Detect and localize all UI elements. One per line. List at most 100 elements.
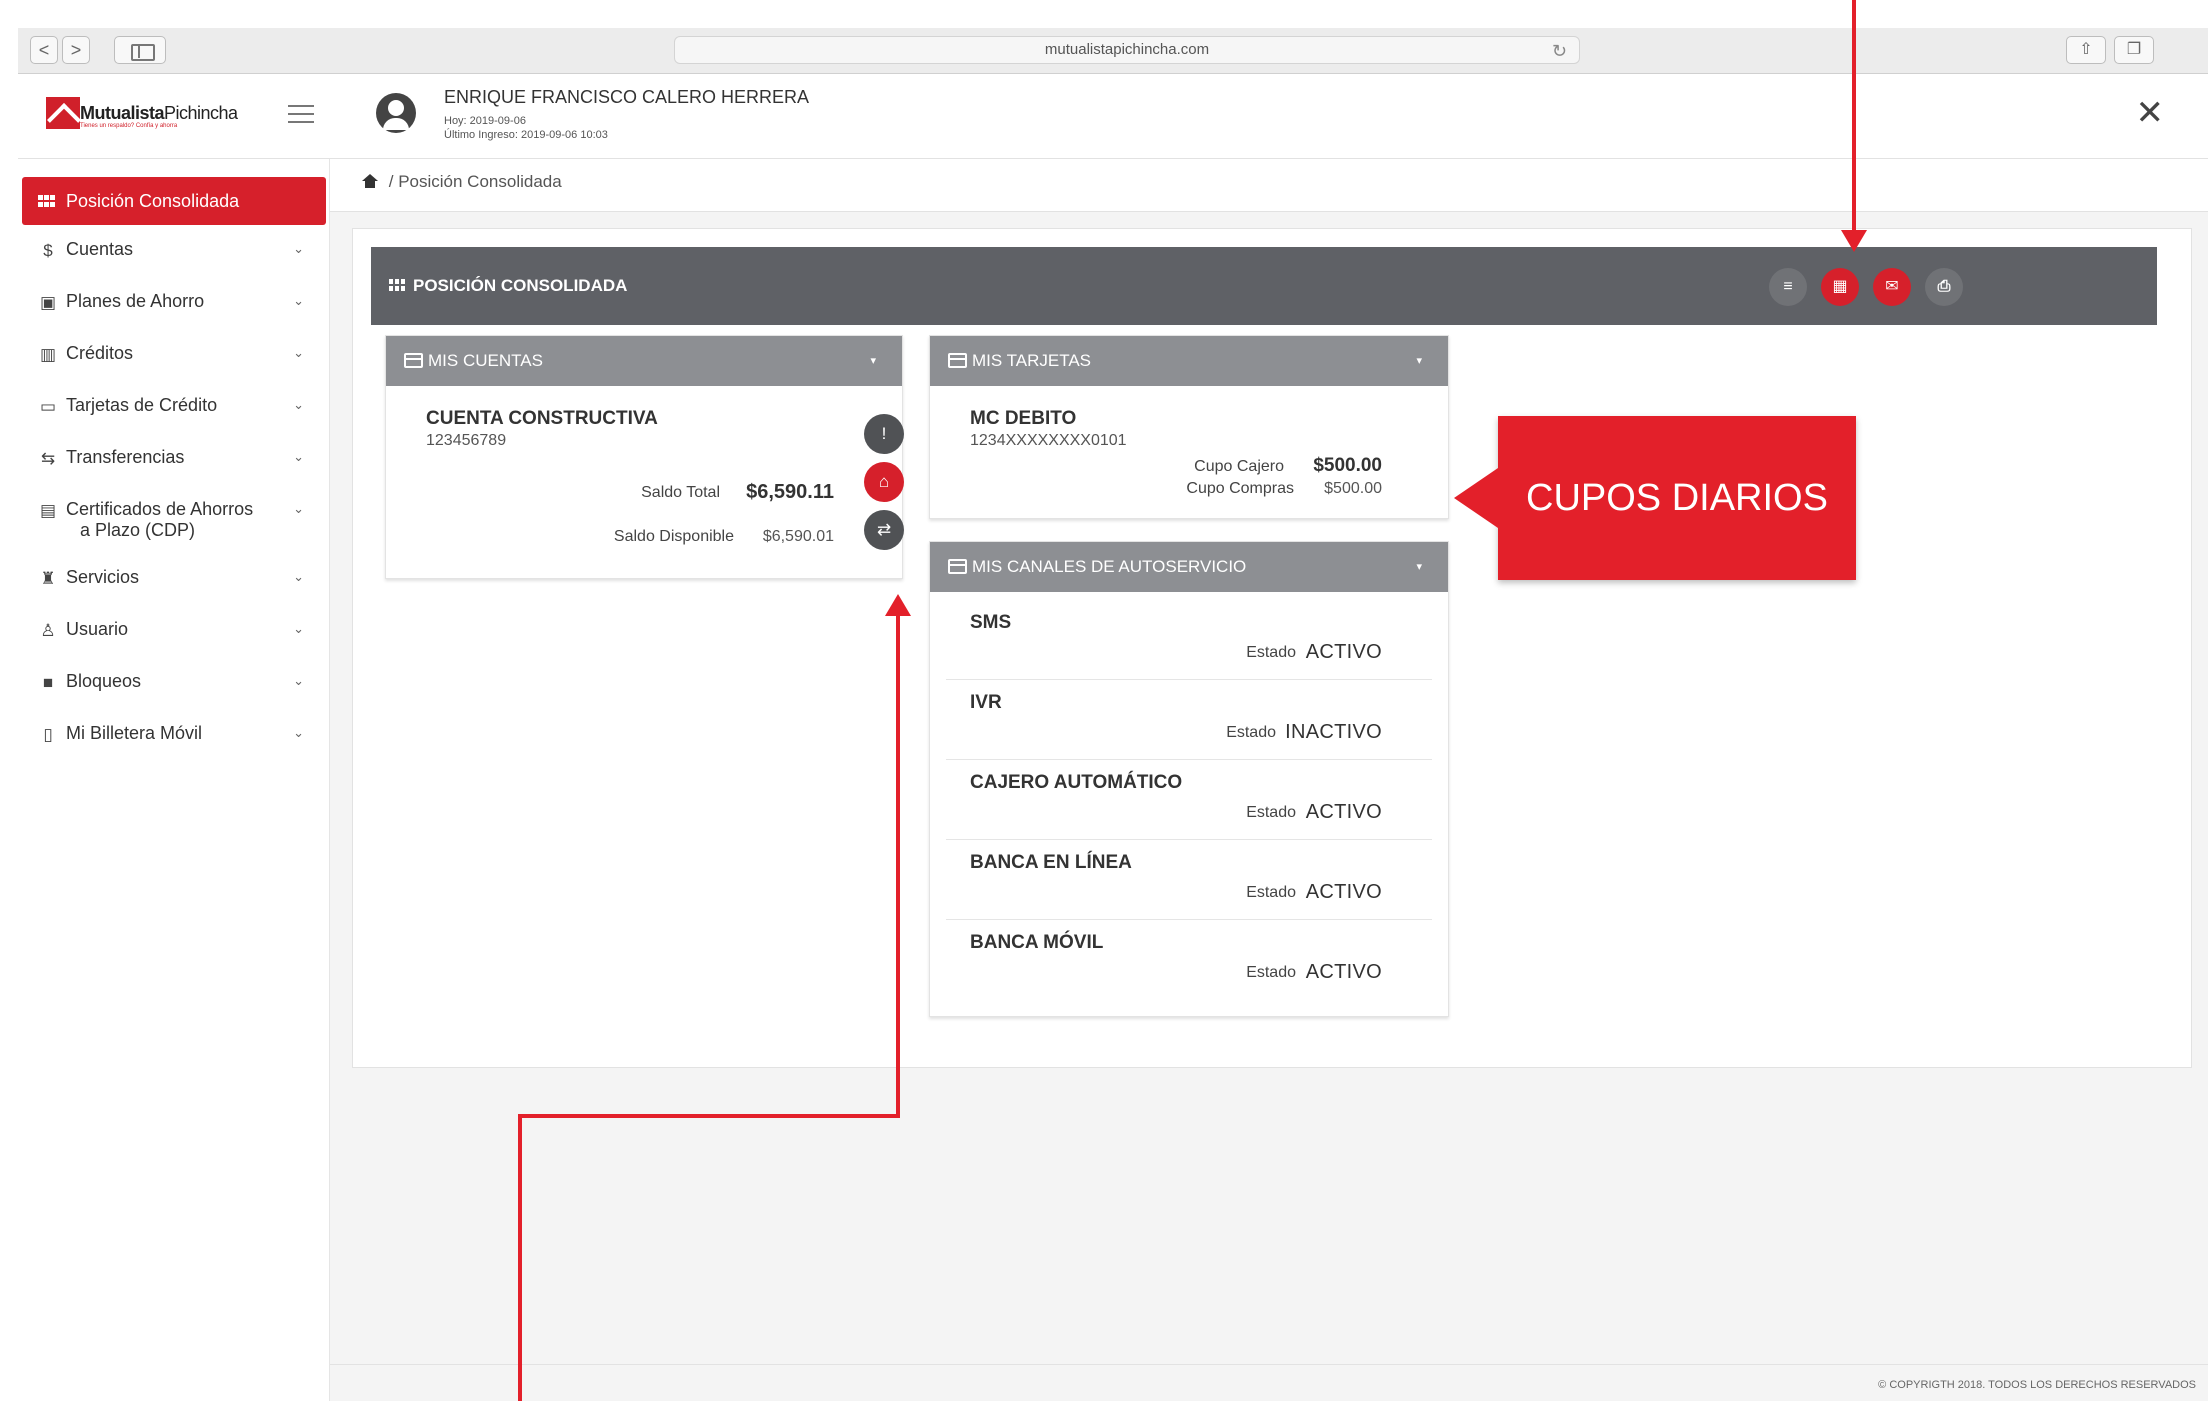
sidebar-item-creditos[interactable]: ▥ Créditos ⌄	[22, 343, 326, 364]
saldo-total-label: Saldo Total	[641, 484, 720, 501]
saldo-disponible-label: Saldo Disponible	[613, 528, 734, 545]
today-date: Hoy: 2019-09-06	[444, 115, 526, 127]
mis-canales-card: MIS CANALES DE AUTOSERVICIO ▾ SMS Estado…	[929, 541, 1449, 1017]
list-view-button[interactable]: ≡	[1769, 268, 1807, 306]
cupo-compras-label: Cupo Compras	[1186, 480, 1294, 497]
channel-name: BANCA MÓVIL	[970, 932, 1104, 953]
panel-title: POSICIÓN CONSOLIDADA	[413, 276, 628, 295]
breadcrumb-current: Posición Consolidada	[398, 172, 562, 191]
home-icon[interactable]	[362, 174, 378, 188]
certificate-icon: ▤	[39, 501, 57, 520]
sidebar-item-tarjetas-de-credito[interactable]: ▭ Tarjetas de Crédito ⌄	[22, 395, 326, 416]
url-text: mutualistapichincha.com	[1044, 41, 1210, 58]
sidebar-item-servicios[interactable]: ♜ Servicios ⌄	[22, 567, 326, 588]
transfer-icon: ⇆	[40, 449, 56, 468]
breadcrumb: / Posición Consolidada	[330, 160, 2208, 212]
cupo-cajero-value: $500.00	[1313, 455, 1382, 476]
main-content: / Posición Consolidada POSICIÓN CONSOLID…	[330, 160, 2208, 1401]
share-icon[interactable]: ⇧	[2066, 36, 2106, 64]
chevron-down-icon: ⌄	[293, 241, 304, 256]
sidebar-item-label: Posición Consolidada	[66, 191, 240, 211]
tabs-icon[interactable]: ❐	[2114, 36, 2154, 64]
cupo-compras-value: $500.00	[1324, 480, 1382, 497]
caret-down-icon[interactable]: ▾	[1416, 542, 1422, 592]
sidebar-toggle-icon[interactable]	[114, 36, 166, 64]
sidebar-item-label: Cuentas	[66, 239, 134, 259]
list-item: IVR Estado INACTIVO	[946, 680, 1432, 760]
lock-icon: ■	[42, 673, 54, 692]
sidebar-item-posicion-consolidada[interactable]: Posición Consolidada	[22, 177, 326, 225]
sidebar-item-certificados[interactable]: ▤ Certificados de Ahorros a Plazo (CDP) …	[22, 499, 326, 541]
mis-cuentas-header[interactable]: MIS CUENTAS ▾	[386, 336, 902, 386]
sidebar-item-transferencias[interactable]: ⇆ Transferencias ⌄	[22, 447, 326, 468]
card-title: MIS CANALES DE AUTOSERVICIO	[972, 557, 1247, 576]
footer: © COPYRIGTH 2018. TODOS LOS DERECHOS RES…	[330, 1364, 2208, 1401]
saldo-total-value: $6,590.11	[746, 481, 834, 503]
sidebar-item-label: Servicios	[66, 567, 140, 587]
copyright-text: © COPYRIGTH 2018. TODOS LOS DERECHOS RES…	[1878, 1379, 2196, 1391]
caret-down-icon[interactable]: ▾	[1416, 336, 1422, 386]
building-icon: ▥	[39, 345, 57, 364]
chevron-down-icon: ⌄	[293, 569, 304, 584]
sidebar-item-mi-billetera-movil[interactable]: ▯ Mi Billetera Móvil ⌄	[22, 723, 326, 744]
transfer-button[interactable]: ⇄	[864, 510, 904, 550]
estado-value: ACTIVO	[1305, 961, 1382, 983]
sidebar-item-bloqueos[interactable]: ■ Bloqueos ⌄	[22, 671, 326, 692]
chevron-down-icon: ⌄	[293, 621, 304, 636]
back-icon[interactable]: <	[30, 36, 58, 64]
sidebar-item-cuentas[interactable]: $ Cuentas ⌄	[22, 239, 326, 260]
panel-header: POSICIÓN CONSOLIDADA ≡ ▦ ✉ ⎙	[371, 247, 2157, 325]
annotation-callout: CUPOS DIARIOS	[1454, 416, 1856, 580]
address-bar[interactable]: mutualistapichincha.com ↻	[674, 36, 1580, 64]
account-name: CUENTA CONSTRUCTIVA	[426, 408, 658, 429]
channel-name: IVR	[970, 692, 1002, 713]
list-item: CAJERO AUTOMÁTICO Estado ACTIVO	[946, 760, 1432, 840]
chevron-down-icon: ⌄	[293, 345, 304, 360]
channel-name: CAJERO AUTOMÁTICO	[970, 772, 1183, 793]
account-number: 123456789	[426, 432, 507, 449]
cupo-cajero-label: Cupo Cajero	[1194, 458, 1284, 475]
mis-canales-header[interactable]: MIS CANALES DE AUTOSERVICIO ▾	[930, 542, 1448, 592]
saldo-disponible-value: $6,590.01	[762, 528, 834, 545]
chevron-down-icon: ⌄	[293, 449, 304, 464]
info-button[interactable]: !	[864, 414, 904, 454]
grid-view-button[interactable]: ▦	[1821, 268, 1859, 306]
sidebar-item-usuario[interactable]: ♙ Usuario ⌄	[22, 619, 326, 640]
chevron-down-icon: ⌄	[293, 673, 304, 688]
bank-button[interactable]: ⌂	[864, 462, 904, 502]
mobile-icon: ▯	[43, 725, 53, 744]
monitor-icon	[948, 559, 967, 574]
menu-icon[interactable]	[288, 105, 314, 125]
email-button[interactable]: ✉	[1873, 268, 1911, 306]
caret-down-icon[interactable]: ▾	[870, 336, 876, 386]
user-header: ENRIQUE FRANCISCO CALERO HERRERA Hoy: 20…	[330, 75, 2208, 159]
breadcrumb-separator: /	[388, 172, 394, 191]
mis-tarjetas-header[interactable]: MIS TARJETAS ▾	[930, 336, 1448, 386]
estado-label: Estado	[1246, 644, 1296, 661]
estado-value: ACTIVO	[1305, 801, 1382, 823]
sidebar-item-label: Certificados de Ahorros	[66, 499, 254, 519]
sidebar: Posición Consolidada $ Cuentas ⌄ ▣ Plane…	[18, 159, 330, 1401]
avatar-icon	[376, 93, 416, 133]
list-item: BANCA EN LÍNEA Estado ACTIVO	[946, 840, 1432, 920]
card-title: MIS CUENTAS	[428, 351, 543, 370]
annotation-arrow-line	[518, 1114, 522, 1401]
chevron-down-icon: ⌄	[293, 397, 304, 412]
user-icon: ♙	[40, 621, 56, 640]
brand-area: MutualistaPichincha Tienes un respaldo? …	[18, 75, 330, 159]
piggy-icon: ▣	[39, 293, 57, 312]
chevron-down-icon: ⌄	[293, 501, 304, 516]
sidebar-item-planes-de-ahorro[interactable]: ▣ Planes de Ahorro ⌄	[22, 291, 326, 312]
forward-icon[interactable]: >	[62, 36, 90, 64]
chevron-down-icon: ⌄	[293, 293, 304, 308]
list-item: SMS Estado ACTIVO	[946, 600, 1432, 680]
print-button[interactable]: ⎙	[1925, 268, 1963, 306]
close-icon[interactable]: ✕	[2136, 93, 2165, 133]
sidebar-item-label: Mi Billetera Móvil	[66, 723, 203, 743]
mis-cuentas-card: MIS CUENTAS ▾ CUENTA CONSTRUCTIVA 123456…	[385, 335, 904, 579]
annotation-arrow-line	[518, 1114, 900, 1118]
annotation-label: CUPOS DIARIOS	[1526, 477, 1828, 519]
sidebar-item-label: Bloqueos	[66, 671, 142, 691]
reload-icon[interactable]: ↻	[1552, 38, 1567, 64]
card-name: MC DEBITO	[970, 408, 1077, 429]
